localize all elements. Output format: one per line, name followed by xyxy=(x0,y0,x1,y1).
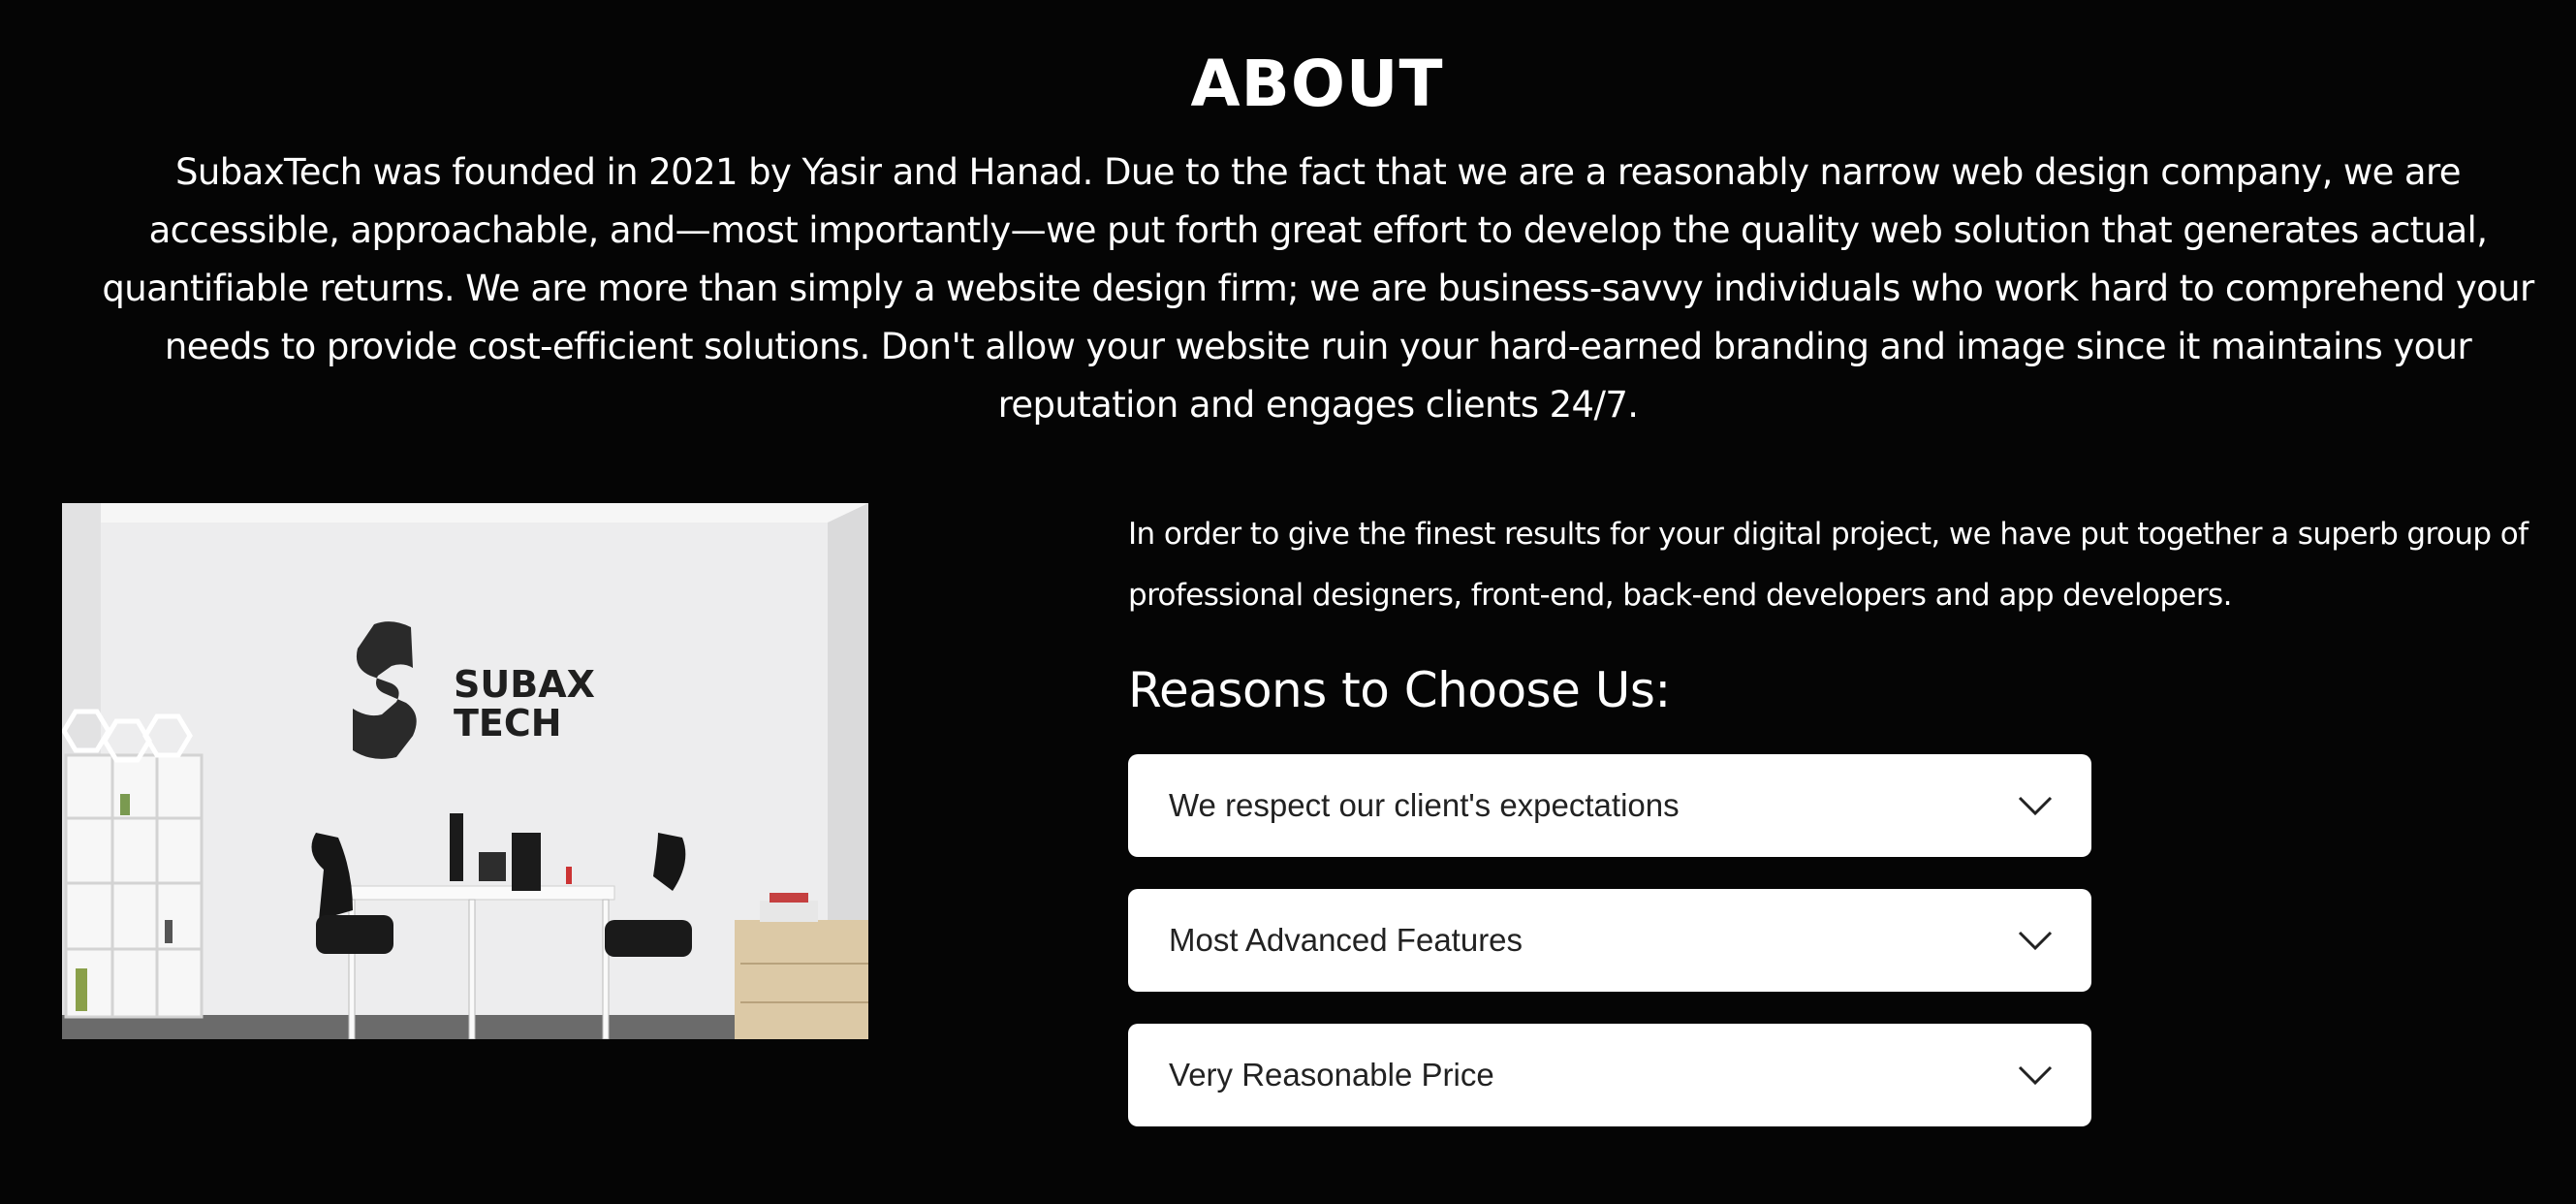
accordion-item-advanced-features[interactable]: Most Advanced Features xyxy=(1128,889,2091,992)
about-description: SubaxTech was founded in 2021 by Yasir a… xyxy=(102,151,2534,426)
reasons-column: In order to give the finest results for … xyxy=(1128,504,2562,1158)
svg-text:SUBAX: SUBAX xyxy=(454,663,595,706)
accordion-item-label: Most Advanced Features xyxy=(1169,922,1524,958)
accordion-item-label: Very Reasonable Price xyxy=(1169,1057,1494,1093)
chevron-down-icon[interactable] xyxy=(2016,1056,2055,1094)
chevron-down-icon[interactable] xyxy=(2016,921,2055,960)
about-section: ABOUT SubaxTech was founded in 2021 by Y… xyxy=(0,0,2576,1204)
svg-text:TECH: TECH xyxy=(454,702,562,745)
chevron-down-icon[interactable] xyxy=(2016,786,2055,825)
reasons-heading: Reasons to Choose Us: xyxy=(1128,662,1671,718)
accordion-item-client-expectations[interactable]: We respect our client's expectations xyxy=(1128,754,2091,857)
about-title: ABOUT xyxy=(1190,47,1444,121)
intro-text: In order to give the finest results for … xyxy=(1128,517,2529,613)
accordion-item-reasonable-price[interactable]: Very Reasonable Price xyxy=(1128,1024,2091,1126)
office-photo: SUBAX TECH xyxy=(62,503,868,1039)
accordion-item-label: We respect our client's expectations xyxy=(1169,787,1680,823)
reasons-accordion: We respect our client's expectations Mos… xyxy=(1128,754,2562,1126)
